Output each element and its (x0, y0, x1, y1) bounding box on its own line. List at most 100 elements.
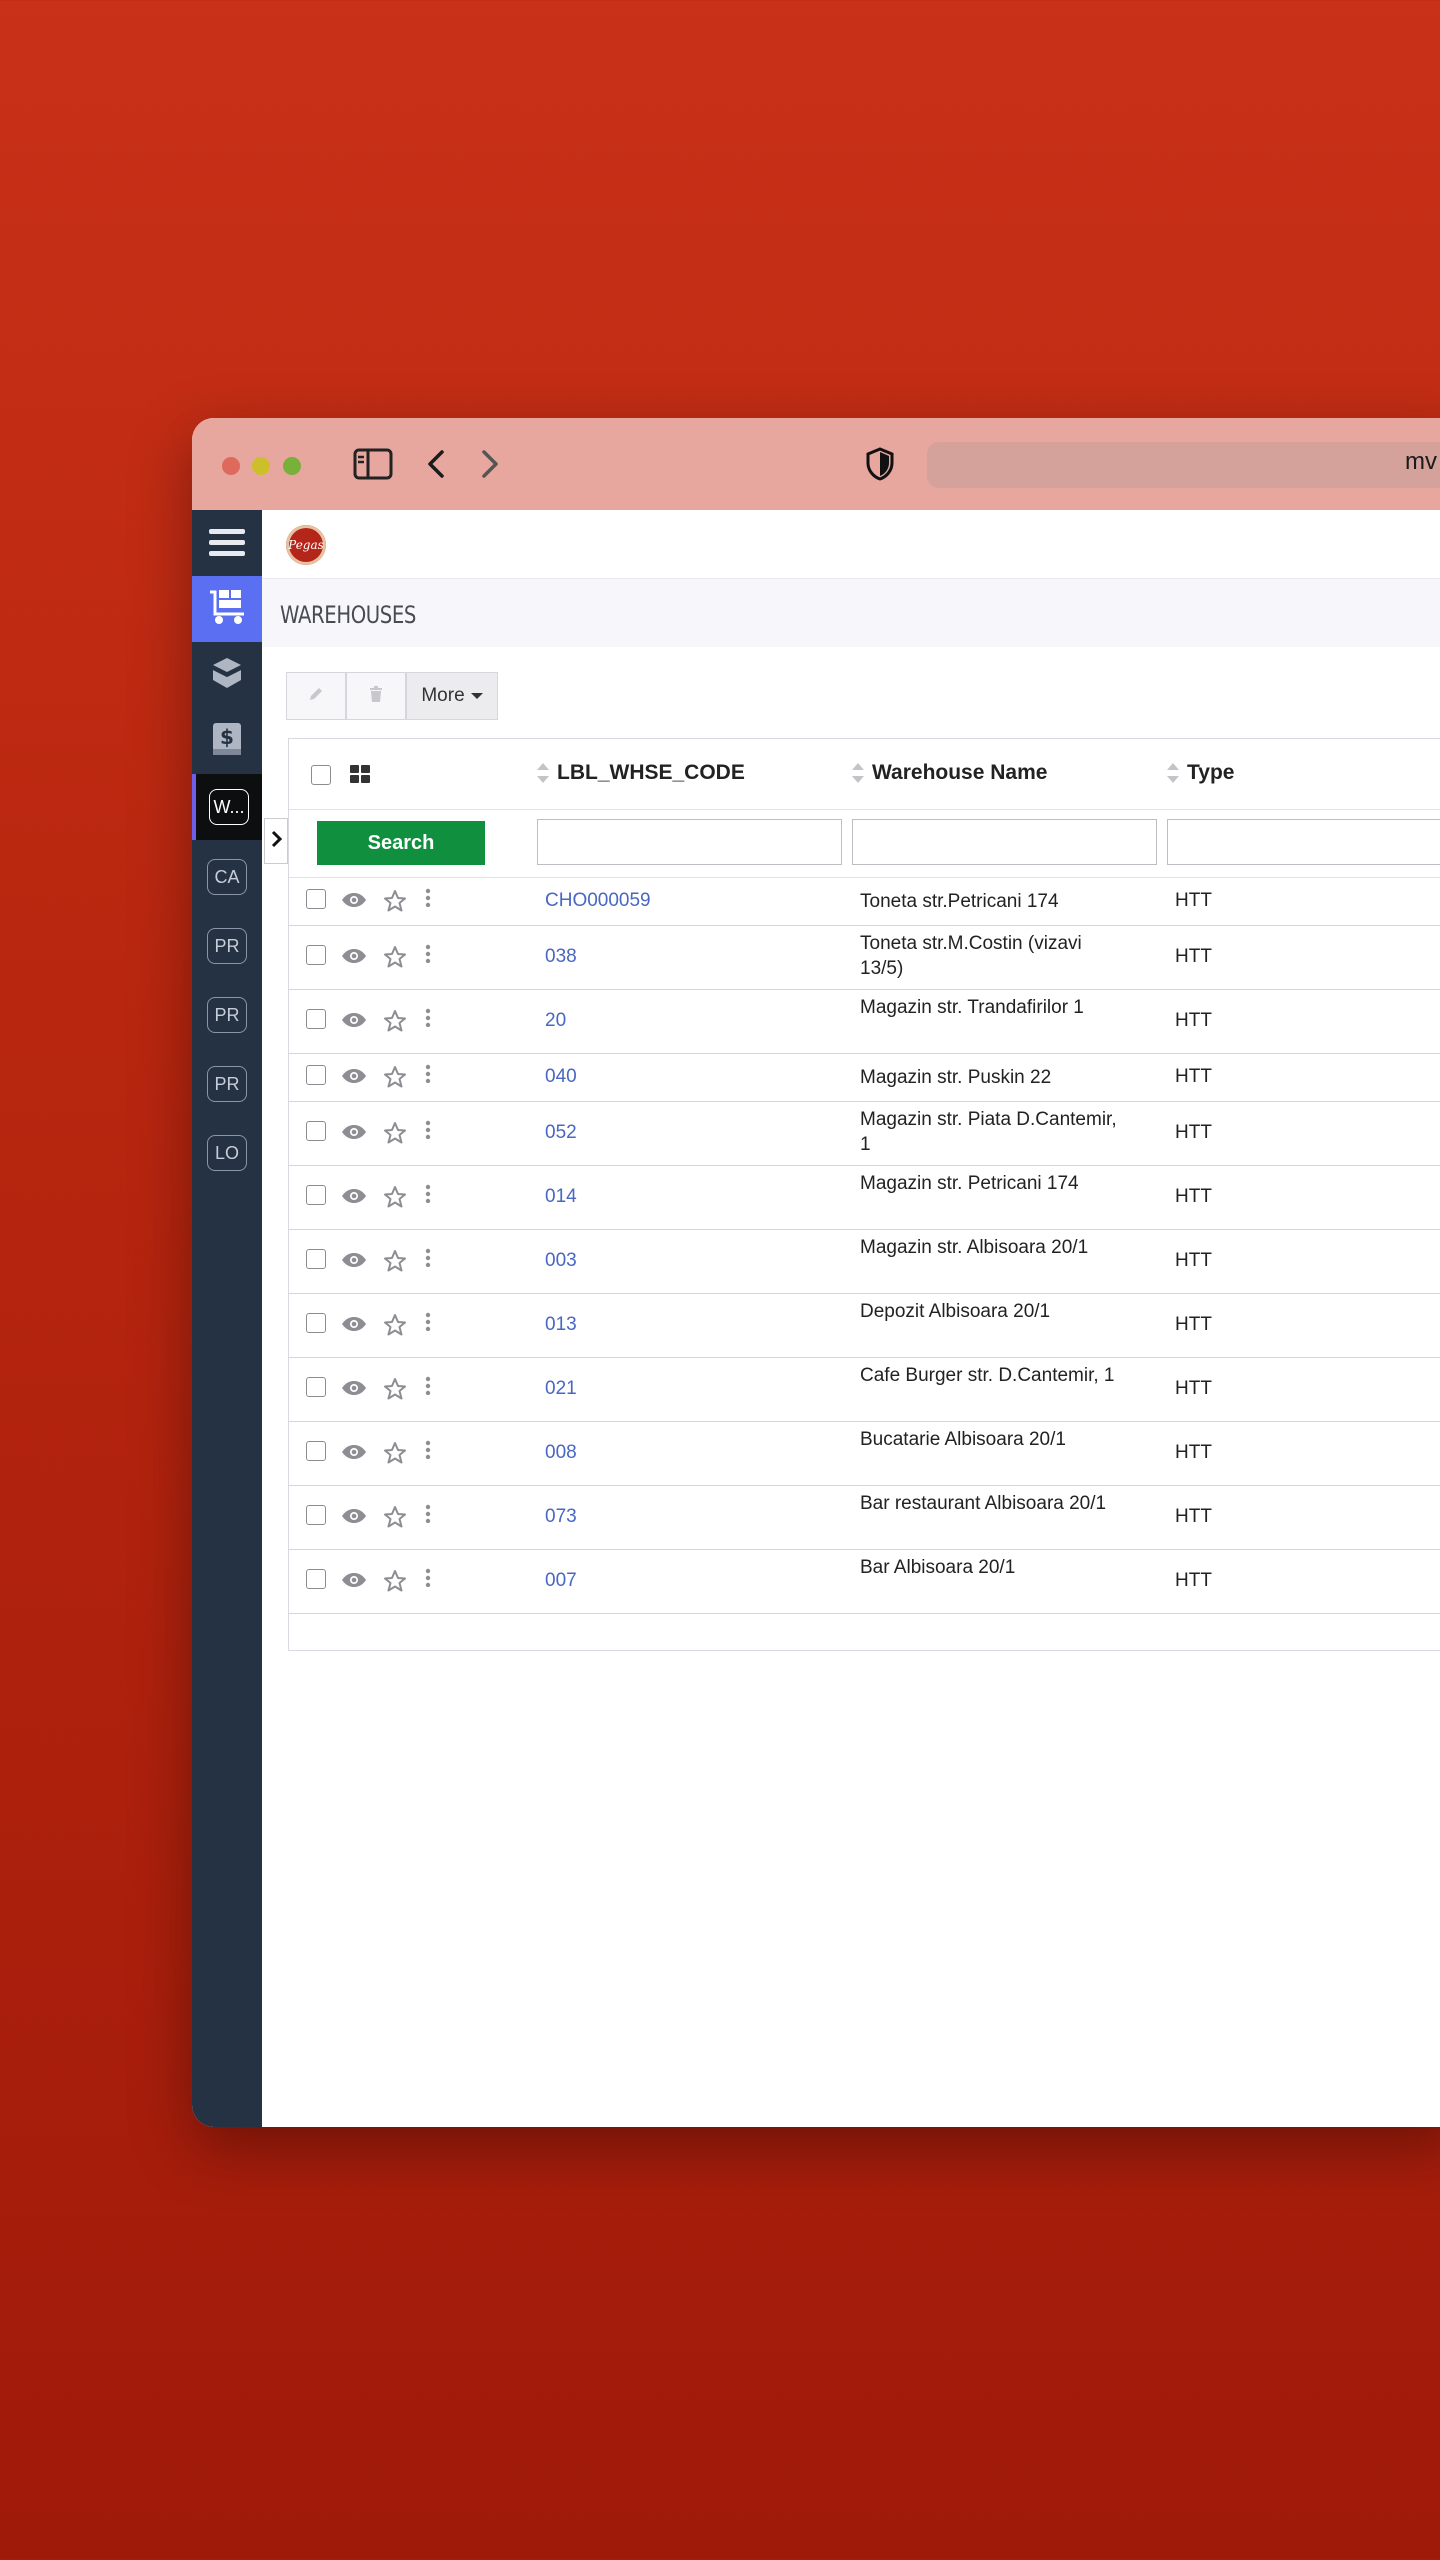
hamburger-menu-icon[interactable] (192, 510, 262, 576)
favorite-star-icon[interactable] (383, 945, 407, 975)
name-filter-input[interactable] (852, 819, 1157, 865)
sidebar-item-ca[interactable]: CA (192, 844, 262, 910)
sidebar-item-warehouse[interactable] (192, 576, 262, 642)
favorite-star-icon[interactable] (383, 889, 407, 919)
warehouse-code-link[interactable]: 003 (545, 1250, 577, 1272)
row-checkbox[interactable] (306, 1249, 326, 1269)
maximize-window-button[interactable] (283, 457, 301, 475)
sort-icon (537, 763, 549, 783)
sidebar-item-finance[interactable]: $ (192, 708, 262, 774)
edit-button[interactable] (286, 672, 346, 720)
row-actions-kebab-icon[interactable] (425, 944, 431, 970)
column-header-name[interactable]: Warehouse Name (852, 761, 1047, 785)
row-actions-kebab-icon[interactable] (425, 1440, 431, 1466)
row-actions-kebab-icon[interactable] (425, 1008, 431, 1034)
row-checkbox[interactable] (306, 1121, 326, 1141)
warehouse-code-link[interactable]: 038 (545, 946, 577, 968)
select-all-checkbox[interactable] (311, 765, 331, 785)
favorite-star-icon[interactable] (383, 1569, 407, 1599)
warehouse-type: HTT (1175, 1066, 1212, 1087)
row-checkbox[interactable] (306, 1441, 326, 1461)
row-actions-kebab-icon[interactable] (425, 1248, 431, 1274)
row-actions-kebab-icon[interactable] (425, 1376, 431, 1402)
sidebar-item-pr-3[interactable]: PR (192, 1051, 262, 1117)
warehouse-code-link[interactable]: 013 (545, 1314, 577, 1336)
row-checkbox[interactable] (306, 945, 326, 965)
row-actions-kebab-icon[interactable] (425, 888, 431, 914)
warehouse-code-link[interactable]: 014 (545, 1186, 577, 1208)
row-checkbox[interactable] (306, 1377, 326, 1397)
sidebar-item-inventory[interactable] (192, 642, 262, 708)
filter-panel-expander[interactable] (264, 818, 288, 864)
type-filter-input[interactable] (1167, 819, 1440, 865)
row-actions-kebab-icon[interactable] (425, 1312, 431, 1338)
warehouse-code-link[interactable]: CHO000059 (545, 890, 651, 912)
view-eye-icon[interactable] (341, 1188, 367, 1210)
row-checkbox[interactable] (306, 1505, 326, 1525)
grid-view-icon[interactable] (349, 763, 371, 790)
view-eye-icon[interactable] (341, 1252, 367, 1274)
favorite-star-icon[interactable] (383, 1009, 407, 1039)
warehouse-code-link[interactable]: 073 (545, 1506, 577, 1528)
url-text: mv (1405, 448, 1437, 475)
favorite-star-icon[interactable] (383, 1249, 407, 1279)
view-eye-icon[interactable] (341, 1124, 367, 1146)
view-eye-icon[interactable] (341, 1012, 367, 1034)
row-actions-kebab-icon[interactable] (425, 1120, 431, 1146)
favorite-star-icon[interactable] (383, 1505, 407, 1535)
favorite-star-icon[interactable] (383, 1441, 407, 1471)
view-eye-icon[interactable] (341, 1444, 367, 1466)
favorite-star-icon[interactable] (383, 1185, 407, 1215)
view-eye-icon[interactable] (341, 1572, 367, 1594)
favorite-star-icon[interactable] (383, 1313, 407, 1343)
view-eye-icon[interactable] (341, 1380, 367, 1402)
column-header-code[interactable]: LBL_WHSE_CODE (537, 761, 745, 785)
sidebar-toggle-icon[interactable] (352, 446, 394, 482)
row-checkbox[interactable] (306, 1009, 326, 1029)
warehouse-code-link[interactable]: 040 (545, 1066, 577, 1088)
sidebar-item-pr-2[interactable]: PR (192, 982, 262, 1048)
close-window-button[interactable] (222, 457, 240, 475)
warehouse-code-link[interactable]: 007 (545, 1570, 577, 1592)
warehouse-code-link[interactable]: 021 (545, 1378, 577, 1400)
view-eye-icon[interactable] (341, 1068, 367, 1090)
back-arrow-icon[interactable] (424, 446, 448, 482)
column-header-type[interactable]: Type (1167, 761, 1234, 785)
address-bar[interactable] (927, 442, 1440, 488)
more-dropdown-button[interactable]: More (406, 672, 498, 720)
row-actions-kebab-icon[interactable] (425, 1504, 431, 1530)
row-checkbox[interactable] (306, 1313, 326, 1333)
warehouse-code-link[interactable]: 052 (545, 1122, 577, 1144)
row-checkbox[interactable] (306, 889, 326, 909)
forward-arrow-icon[interactable] (478, 446, 502, 482)
sidebar-item-warehouses[interactable]: W... (192, 774, 262, 840)
view-eye-icon[interactable] (341, 1316, 367, 1338)
privacy-shield-icon[interactable] (862, 446, 898, 482)
warehouse-code-link[interactable]: 20 (545, 1010, 566, 1032)
row-checkbox[interactable] (306, 1065, 326, 1085)
view-eye-icon[interactable] (341, 892, 367, 914)
sidebar-item-pr-1[interactable]: PR (192, 913, 262, 979)
row-actions-kebab-icon[interactable] (425, 1064, 431, 1090)
warehouse-name: Magazin str. Piata D.Cantemir, 1 (860, 1109, 1117, 1155)
row-actions-kebab-icon[interactable] (425, 1568, 431, 1594)
browser-window: mv $ W... CA PR PR PR LO Pegas WAREHOUSE… (192, 418, 1440, 2127)
view-eye-icon[interactable] (341, 948, 367, 970)
page-title: WAREHOUSES (280, 601, 416, 629)
favorite-star-icon[interactable] (383, 1121, 407, 1151)
row-actions-kebab-icon[interactable] (425, 1184, 431, 1210)
sidebar-item-lo[interactable]: LO (192, 1120, 262, 1186)
row-checkbox[interactable] (306, 1569, 326, 1589)
warehouse-type: HTT (1175, 1250, 1212, 1271)
row-checkbox[interactable] (306, 1185, 326, 1205)
minimize-window-button[interactable] (252, 457, 270, 475)
company-logo[interactable]: Pegas (286, 525, 326, 565)
code-filter-input[interactable] (537, 819, 842, 865)
favorite-star-icon[interactable] (383, 1065, 407, 1095)
delete-button[interactable] (346, 672, 406, 720)
favorite-star-icon[interactable] (383, 1377, 407, 1407)
warehouse-code-link[interactable]: 008 (545, 1442, 577, 1464)
search-button[interactable]: Search (317, 821, 485, 865)
warehouse-name: Depozit Albisoara 20/1 (860, 1301, 1051, 1322)
view-eye-icon[interactable] (341, 1508, 367, 1530)
